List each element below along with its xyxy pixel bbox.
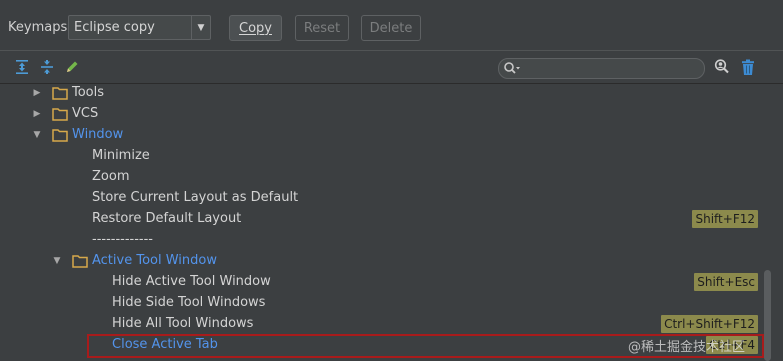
tree-row-label: Hide All Tool Windows bbox=[112, 316, 254, 331]
tree-toolbar bbox=[0, 50, 783, 84]
watermark-text: @稀土掘金技术社区 bbox=[628, 340, 746, 355]
shortcut-badge: Shift+F12 bbox=[692, 210, 758, 228]
folder-icon bbox=[52, 128, 68, 142]
tree-row-label: VCS bbox=[72, 106, 99, 121]
folder-icon bbox=[52, 107, 68, 121]
tree-row-label: Tools bbox=[72, 85, 105, 100]
copy-button[interactable]: Copy bbox=[229, 15, 282, 41]
tree-row-restore-layout[interactable]: Restore Default Layout Shift+F12 bbox=[0, 209, 763, 230]
tree-row-zoom[interactable]: Zoom bbox=[0, 167, 763, 188]
delete-button[interactable]: Delete bbox=[361, 15, 421, 41]
expand-all-icon[interactable] bbox=[13, 58, 31, 76]
tree-row-hide-active-tool-window[interactable]: Hide Active Tool Window Shift+Esc bbox=[0, 272, 763, 293]
keymap-tree: ▶ Tools ▶ VCS ▼ Window Minimize Zoom Sto… bbox=[0, 84, 783, 361]
keymaps-label: Keymaps: bbox=[8, 20, 72, 35]
tree-row-label: Hide Side Tool Windows bbox=[112, 295, 266, 310]
tree-row-label: Store Current Layout as Default bbox=[92, 190, 299, 205]
tree-row-active-tool-window[interactable]: ▼ Active Tool Window bbox=[0, 251, 763, 272]
copy-button-label: Copy bbox=[239, 20, 272, 36]
expand-arrow-icon[interactable]: ▶ bbox=[31, 108, 43, 120]
tree-row-label: Window bbox=[72, 127, 124, 142]
tree-row-separator: ------------- bbox=[0, 230, 763, 251]
chevron-down-icon[interactable]: ▼ bbox=[191, 16, 210, 39]
edit-pencil-icon[interactable] bbox=[63, 58, 81, 76]
tree-row-minimize[interactable]: Minimize bbox=[0, 146, 763, 167]
tree-row-hide-all-tool-windows[interactable]: Hide All Tool Windows Ctrl+Shift+F12 bbox=[0, 314, 763, 335]
tree-row-window[interactable]: ▼ Window bbox=[0, 125, 763, 146]
tree-row-label: Zoom bbox=[92, 169, 130, 184]
folder-icon bbox=[72, 254, 88, 268]
tree-row-label: Minimize bbox=[92, 148, 150, 163]
delete-button-label: Delete bbox=[369, 20, 413, 36]
tree-row-label: Restore Default Layout bbox=[92, 211, 242, 226]
folder-icon bbox=[52, 86, 68, 100]
collapse-arrow-icon[interactable]: ▼ bbox=[51, 255, 63, 267]
shortcut-badge: Shift+Esc bbox=[694, 273, 758, 291]
trash-icon[interactable] bbox=[739, 58, 757, 76]
reset-button[interactable]: Reset bbox=[295, 15, 349, 41]
tree-row-label: ------------- bbox=[92, 232, 153, 247]
search-box[interactable] bbox=[498, 58, 705, 79]
tree-row-tools[interactable]: ▶ Tools bbox=[0, 84, 763, 104]
vertical-scrollbar[interactable] bbox=[764, 84, 783, 361]
tree-row-label: Active Tool Window bbox=[92, 253, 217, 268]
search-input[interactable] bbox=[523, 60, 698, 77]
tree-row-store-layout[interactable]: Store Current Layout as Default bbox=[0, 188, 763, 209]
tree-row-label: Hide Active Tool Window bbox=[112, 274, 271, 289]
search-icon[interactable] bbox=[503, 61, 521, 77]
expand-arrow-icon[interactable]: ▶ bbox=[31, 87, 43, 99]
tree-row-vcs[interactable]: ▶ VCS bbox=[0, 104, 763, 125]
keymap-select[interactable]: Eclipse copy ▼ bbox=[68, 15, 211, 40]
keymap-select-value: Eclipse copy bbox=[74, 20, 155, 35]
collapse-all-icon[interactable] bbox=[38, 58, 56, 76]
tree-row-hide-side-tool-windows[interactable]: Hide Side Tool Windows bbox=[0, 293, 763, 314]
reset-button-label: Reset bbox=[303, 20, 341, 36]
scrollbar-thumb[interactable] bbox=[764, 270, 771, 361]
collapse-arrow-icon[interactable]: ▼ bbox=[31, 129, 43, 141]
shortcut-badge: Ctrl+Shift+F12 bbox=[661, 315, 758, 333]
find-by-shortcut-icon[interactable] bbox=[713, 58, 731, 76]
keymap-bar: Keymaps: Eclipse copy ▼ Copy Reset Delet… bbox=[0, 0, 783, 50]
